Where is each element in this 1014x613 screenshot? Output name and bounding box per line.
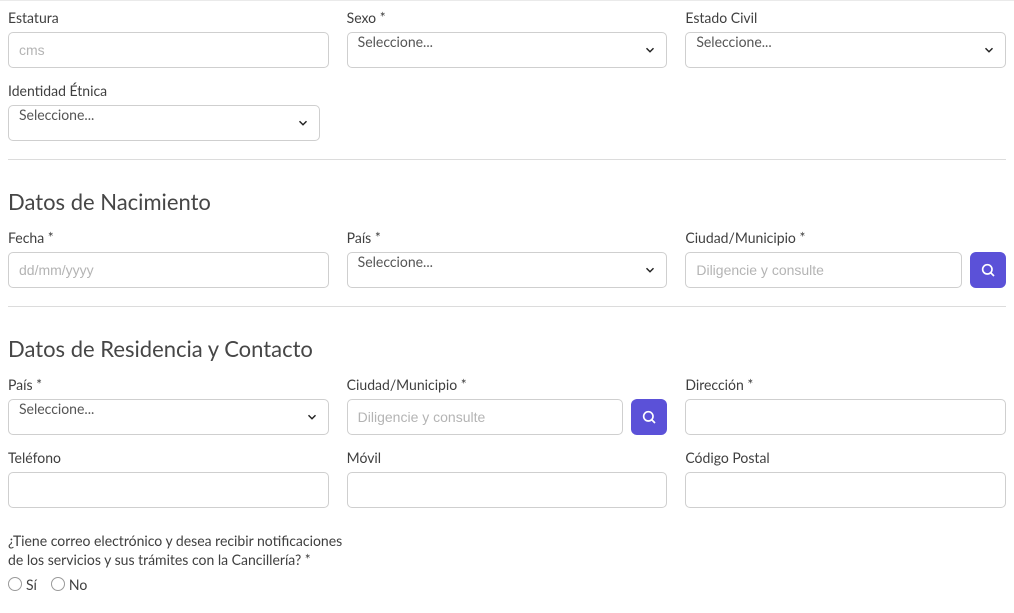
input-ciudad-nacimiento[interactable] [685,252,962,288]
select-identidad-etnica[interactable]: Seleccione... [8,105,320,141]
radio-no-label: No [69,576,87,593]
input-movil[interactable] [347,472,668,508]
field-pais-residencia: País * Seleccione... [8,376,329,435]
label-movil: Móvil [347,449,668,466]
field-ciudad-residencia: Ciudad/Municipio * [347,376,668,435]
label-estatura: Estatura [8,9,329,26]
select-pais-residencia[interactable]: Seleccione... [8,399,329,435]
label-estado-civil: Estado Civil [685,9,1006,26]
email-notification-question: ¿Tiene correo electrónico y desea recibi… [8,532,348,593]
input-direccion[interactable] [685,399,1006,435]
field-direccion: Dirección * [685,376,1006,435]
field-estado-civil: Estado Civil Seleccione... [685,9,1006,68]
radio-si[interactable]: Sí [8,576,37,593]
section-title-residencia: Datos de Residencia y Contacto [8,335,1006,362]
section-title-nacimiento: Datos de Nacimiento [8,188,1006,215]
field-sexo: Sexo * Seleccione... [347,9,668,68]
select-sexo[interactable]: Seleccione... [347,32,668,68]
input-fecha-nacimiento[interactable] [8,252,329,288]
label-fecha-nacimiento: Fecha * [8,229,329,246]
select-pais-nacimiento[interactable]: Seleccione... [347,252,668,288]
input-telefono[interactable] [8,472,329,508]
field-movil: Móvil [347,449,668,508]
label-ciudad-nacimiento: Ciudad/Municipio * [685,229,1006,246]
radio-icon [51,577,65,591]
radio-no[interactable]: No [51,576,87,593]
label-codigo-postal: Código Postal [685,449,1006,466]
search-icon [641,409,657,425]
label-sexo: Sexo * [347,9,668,26]
search-ciudad-residencia-button[interactable] [631,399,667,435]
email-question-text: ¿Tiene correo electrónico y desea recibi… [8,532,348,570]
search-icon [980,262,996,278]
radio-icon [8,577,22,591]
field-telefono: Teléfono [8,449,329,508]
field-estatura: Estatura [8,9,329,68]
label-pais-residencia: País * [8,376,329,393]
label-telefono: Teléfono [8,449,329,466]
radio-si-label: Sí [26,576,37,593]
field-pais-nacimiento: País * Seleccione... [347,229,668,288]
select-estado-civil[interactable]: Seleccione... [685,32,1006,68]
label-identidad-etnica: Identidad Étnica [8,82,320,99]
input-ciudad-residencia[interactable] [347,399,624,435]
field-ciudad-nacimiento: Ciudad/Municipio * [685,229,1006,288]
label-pais-nacimiento: País * [347,229,668,246]
search-ciudad-nacimiento-button[interactable] [970,252,1006,288]
input-codigo-postal[interactable] [685,472,1006,508]
field-codigo-postal: Código Postal [685,449,1006,508]
field-identidad-etnica: Identidad Étnica Seleccione... [8,82,320,141]
label-direccion: Dirección * [685,376,1006,393]
label-ciudad-residencia: Ciudad/Municipio * [347,376,668,393]
input-estatura[interactable] [8,32,329,68]
divider [8,159,1006,160]
divider [8,306,1006,307]
field-fecha-nacimiento: Fecha * [8,229,329,288]
